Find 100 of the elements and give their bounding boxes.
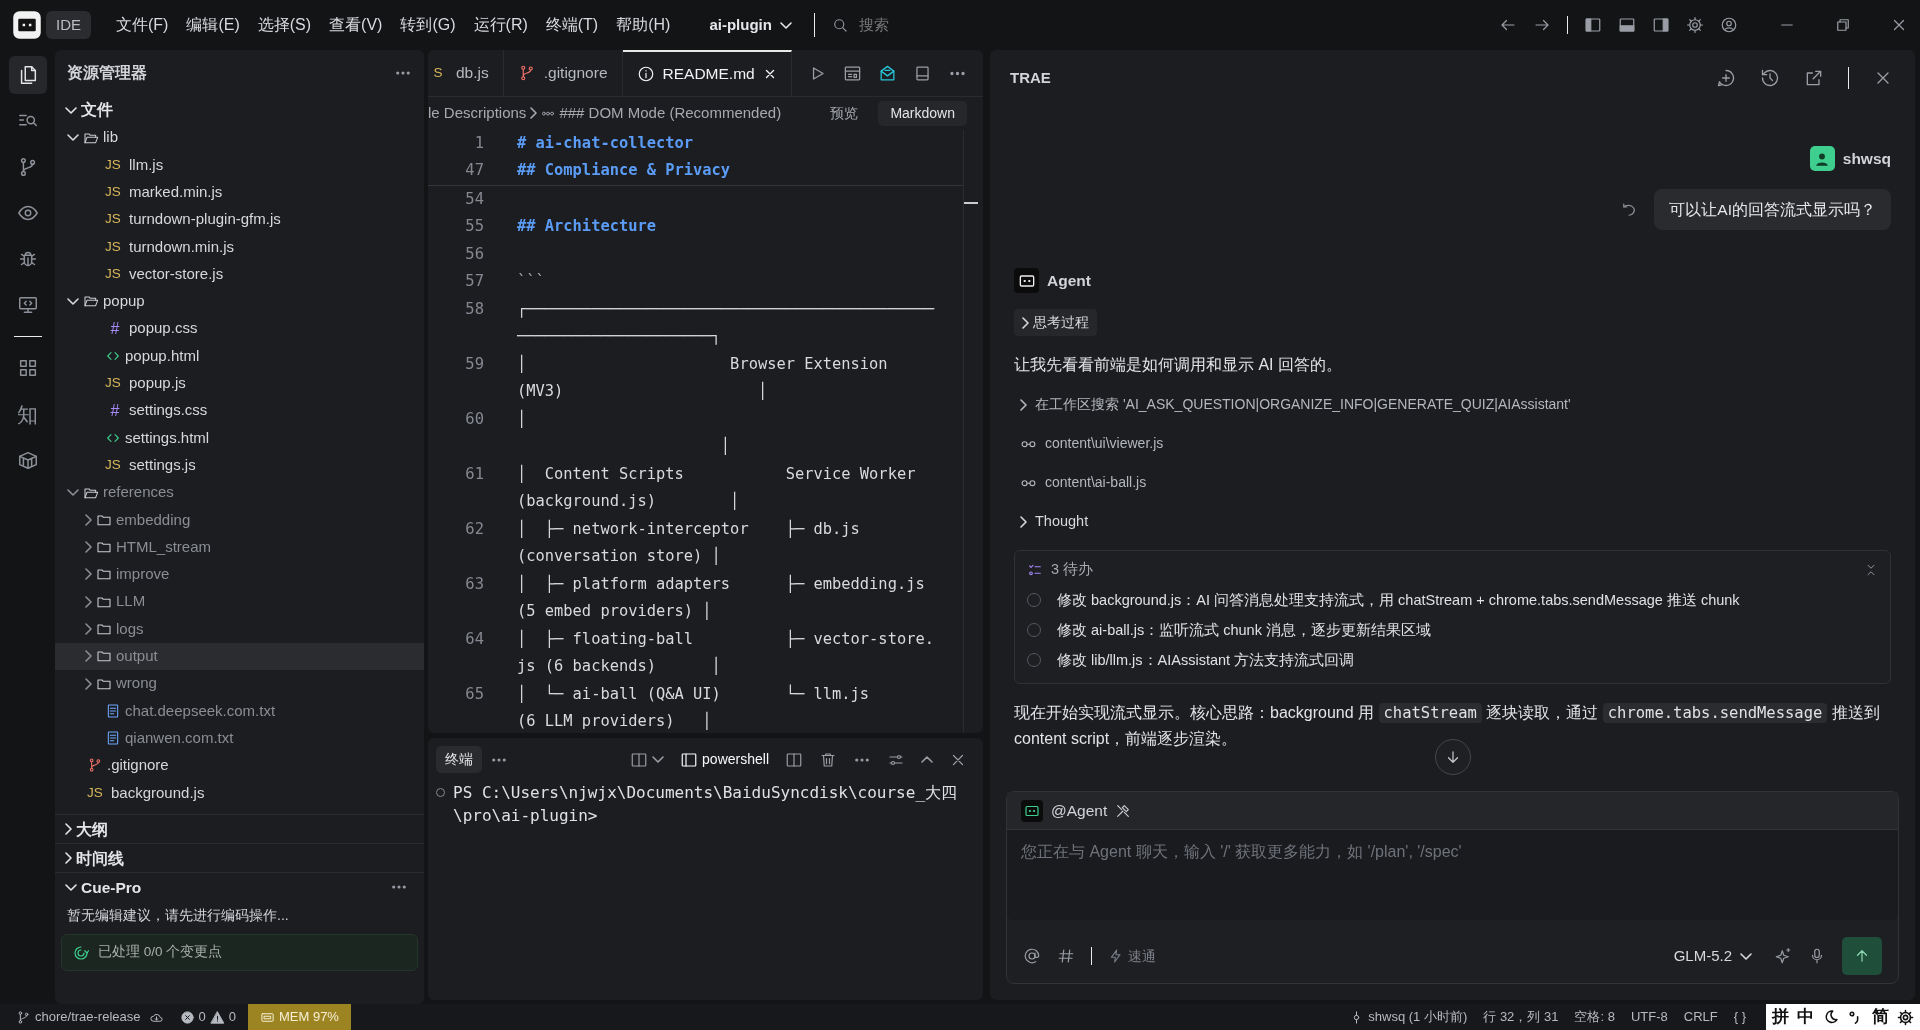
tree-item[interactable]: chat.deepseek.com.txt <box>55 697 424 725</box>
breadcrumb-item[interactable]: ### DOM Mode (Recommended) <box>559 102 782 125</box>
tree-item[interactable]: HTML_stream <box>55 533 424 561</box>
tree-item[interactable]: # popup.css <box>55 315 424 343</box>
send-button[interactable] <box>1842 937 1882 975</box>
tree-item[interactable]: embedding <box>55 506 424 534</box>
editor-tab[interactable]: README.md <box>622 50 792 97</box>
code-line: (5 embed providers) │ <box>516 600 713 623</box>
activity-button[interactable] <box>8 56 47 94</box>
tree-item[interactable]: output <box>55 642 424 670</box>
section-header[interactable]: 时间线 <box>55 844 424 873</box>
warning-count[interactable]: 0 <box>228 1007 236 1027</box>
account-icon[interactable] <box>1720 16 1738 34</box>
search-step[interactable]: 在工作区搜索 'AI_ASK_QUESTION|ORGANIZE_INFO|GENERATE_QUIZ|AIAssistant' <box>1014 393 1577 417</box>
tree-item[interactable]: JS llm.js <box>55 151 424 179</box>
css-file-icon: # <box>105 398 125 423</box>
breadcrumb-item[interactable]: le Descriptions <box>428 102 527 125</box>
panel-toggle-icon[interactable] <box>1618 16 1636 34</box>
encoding[interactable]: UTF-8 <box>1630 1007 1668 1027</box>
external-link-icon[interactable] <box>1804 68 1824 88</box>
menu-item[interactable]: 文件(F) <box>107 9 178 41</box>
tree-item[interactable]: logs <box>55 615 424 643</box>
menu-item[interactable]: 运行(R) <box>464 9 537 41</box>
tree-item[interactable]: wrong <box>55 669 424 698</box>
tree-item[interactable]: JS vector-store.js <box>55 260 424 288</box>
hash-icon[interactable] <box>1057 947 1075 965</box>
tree-item[interactable]: improve <box>55 560 424 589</box>
line-number: 64 <box>464 628 484 650</box>
cursor-position[interactable]: 行 32，列 31 <box>1483 1007 1559 1027</box>
menu-item[interactable]: 转到(G) <box>391 9 465 41</box>
preview-link[interactable]: 预览 <box>830 102 859 124</box>
branch-name[interactable]: chore/trae-release <box>35 1007 141 1027</box>
blame-author[interactable]: shwsq (1 小时前) <box>1368 1007 1468 1027</box>
tools-icon[interactable] <box>1115 802 1132 819</box>
editor-tab[interactable]: .gitignore <box>503 50 623 97</box>
tree-item[interactable]: settings.html <box>55 424 424 452</box>
section-header[interactable]: 大纲 <box>55 815 424 844</box>
tree-item[interactable]: JS marked.min.js <box>55 178 424 206</box>
section-header[interactable]: Cue-Pro <box>55 873 390 902</box>
file-read-step[interactable]: content\ui\viewer.js <box>1014 432 1170 456</box>
error-count[interactable]: 0 <box>198 1007 206 1027</box>
thought-toggle[interactable]: Thought <box>1014 510 1095 534</box>
restore-icon[interactable] <box>1834 16 1852 34</box>
tree-item[interactable]: popup.html <box>55 342 424 370</box>
tree-item[interactable]: JS settings.js <box>55 451 424 479</box>
line-ending[interactable]: CRLF <box>1683 1007 1718 1027</box>
envelope-icon[interactable] <box>878 63 897 83</box>
tree-item[interactable]: references <box>55 478 424 507</box>
at-sign-icon[interactable] <box>1023 947 1041 965</box>
panel-tab[interactable]: 终端 <box>436 746 482 773</box>
chevron-up-icon[interactable] <box>921 756 933 763</box>
tree-item[interactable]: JS background.js <box>55 779 424 807</box>
terminal-selector[interactable]: powershell <box>680 749 769 770</box>
project-switcher[interactable]: ai-plugin <box>703 12 798 38</box>
js-file-icon: JS <box>105 264 125 285</box>
tree-item[interactable]: LLM <box>55 588 424 616</box>
new-chat-icon[interactable] <box>1716 68 1736 88</box>
tree-item[interactable]: # settings.css <box>55 396 424 425</box>
history-icon[interactable] <box>1760 68 1780 88</box>
layout-icon[interactable] <box>630 750 649 769</box>
tree-item[interactable]: lib <box>55 124 424 152</box>
collapse-icon[interactable] <box>1864 562 1878 577</box>
sidebar-toggle-icon[interactable] <box>1584 16 1602 34</box>
menu-item[interactable]: 帮助(H) <box>607 9 680 41</box>
tree-item[interactable]: qianwen.com.txt <box>55 724 424 752</box>
file-read-step[interactable]: content\ai-ball.js <box>1014 471 1153 495</box>
app-logo-icon[interactable] <box>12 10 42 40</box>
settings-icon[interactable] <box>1686 16 1704 34</box>
ime-button[interactable]: 中 <box>1797 1004 1814 1030</box>
language-mode-button[interactable]: Markdown <box>878 100 967 126</box>
menu-item[interactable]: 编辑(E) <box>177 9 249 41</box>
menu-item[interactable]: 终端(T) <box>536 9 608 41</box>
model-selector[interactable]: GLM-5.2 <box>1667 943 1758 969</box>
message-input[interactable]: 您正在与 Agent 聊天，输入 '/' 获取更多能力，如 '/plan', '/spec' <box>1007 830 1898 920</box>
activity-button[interactable]: 知 <box>8 395 47 433</box>
settings-icon[interactable] <box>1897 1008 1914 1026</box>
line-number: 47 <box>464 160 484 182</box>
trash-icon[interactable] <box>819 750 837 769</box>
tree-item[interactable]: popup <box>55 287 424 316</box>
thinking-toggle[interactable]: 思考过程 <box>1014 309 1097 337</box>
tree-item[interactable]: JS turndown-plugin-gfm.js <box>55 205 424 234</box>
side-panel-toggle-icon[interactable] <box>1652 16 1670 34</box>
language-mode[interactable]: { } <box>1733 1007 1746 1027</box>
section-header[interactable]: 文件 <box>55 96 424 124</box>
split-icon[interactable] <box>785 750 803 769</box>
tree-item[interactable]: JS popup.js <box>55 369 424 397</box>
ime-button[interactable]: 简 <box>1872 1004 1889 1030</box>
menu-item[interactable]: 查看(V) <box>320 9 392 41</box>
mode-button[interactable]: 速通 <box>1108 945 1156 967</box>
ime-button[interactable]: 拼 <box>1772 1004 1789 1030</box>
search-field[interactable]: 搜索 <box>856 12 977 38</box>
editor-tab[interactable]: S db.js <box>428 50 504 97</box>
scroll-down-button[interactable] <box>1434 739 1471 775</box>
indentation[interactable]: 空格: 8 <box>1574 1007 1615 1027</box>
js-file-icon: JS <box>87 782 107 803</box>
tree-item[interactable]: JS turndown.min.js <box>55 233 424 261</box>
tree-item[interactable]: .gitignore <box>55 751 424 780</box>
caret-icon[interactable] <box>652 756 665 763</box>
menu-item[interactable]: 选择(S) <box>248 9 321 41</box>
sparkle-icon[interactable] <box>1774 947 1792 965</box>
